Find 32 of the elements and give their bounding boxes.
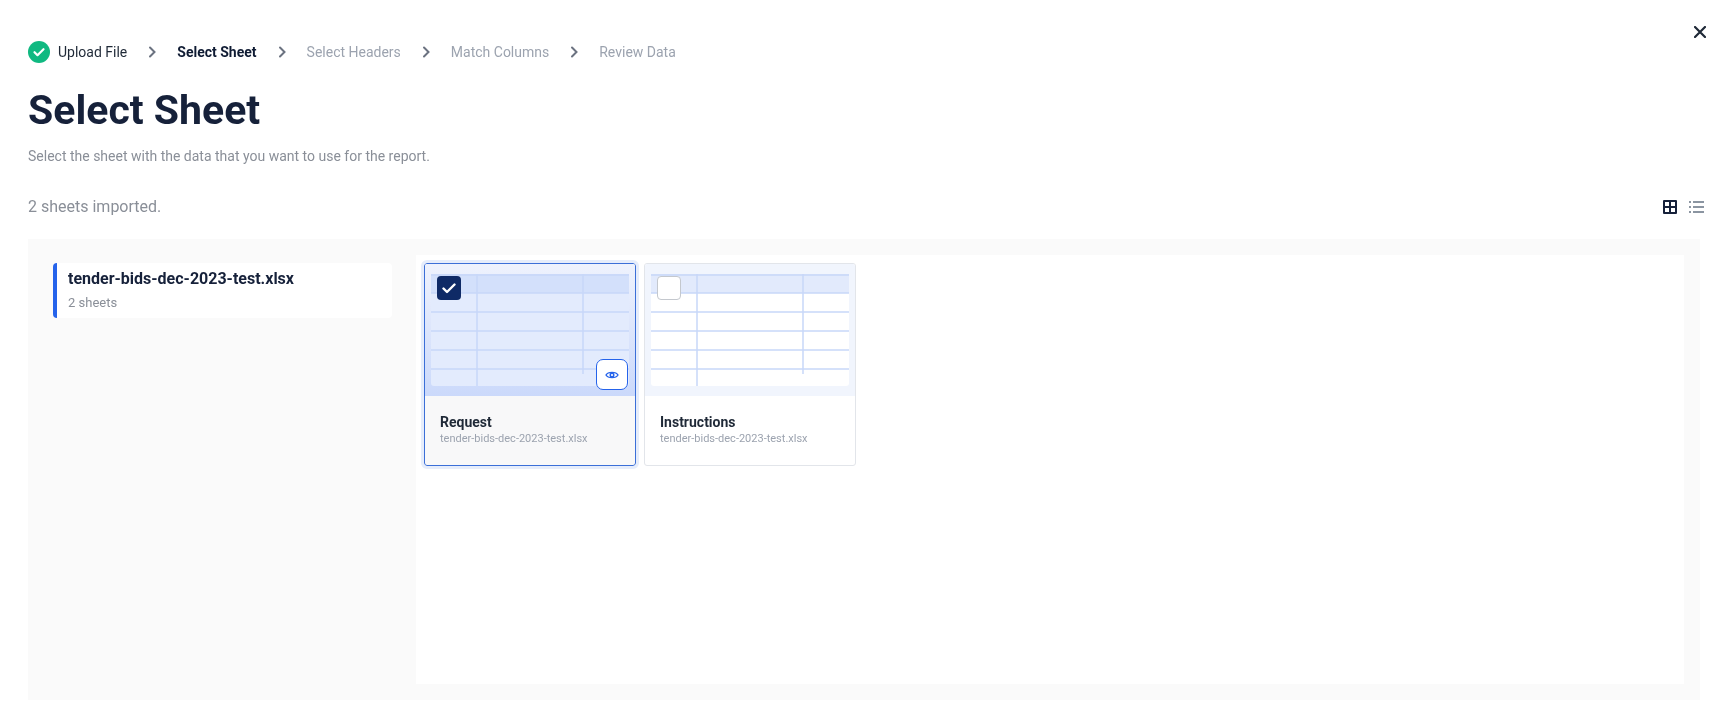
chevron-right-icon [147,46,158,58]
sheet-card[interactable]: Instructions tender-bids-dec-2023-test.xlsx [644,263,856,466]
sheet-name: Instructions [660,413,737,431]
checkbox[interactable] [657,276,681,300]
grid-view-button[interactable] [1663,200,1677,214]
close-icon [1694,26,1706,38]
eye-icon [605,369,619,380]
step-label: Review Data [599,42,676,62]
checkmark-icon [442,282,456,294]
file-item[interactable]: tender-bids-dec-2023-test.xlsx 2 sheets [53,263,392,318]
list-icon [1689,201,1704,213]
sheet-card[interactable]: Request tender-bids-dec-2023-test.xlsx [424,263,636,466]
step-label: Select Headers [306,42,401,62]
sheet-name: Request [440,413,493,431]
sheet-count: 2 sheets imported. [28,196,162,218]
check-circle-icon [28,41,50,63]
chevron-right-icon [276,46,287,58]
file-sheet-count: 2 sheets [68,294,119,312]
grid-icon [1663,200,1677,214]
list-view-button[interactable] [1689,201,1704,213]
chevron-right-icon [420,46,431,58]
page-subtitle: Select the sheet with the data that you want to use for the report. [28,147,431,166]
step-label: Match Columns [450,42,550,62]
step-label: Upload File [58,42,128,62]
sheet-file-name: tender-bids-dec-2023-test.xlsx [440,431,589,446]
checkbox[interactable] [437,276,461,300]
step-label: Select Sheet [177,42,257,62]
sheet-file-name: tender-bids-dec-2023-test.xlsx [660,431,809,446]
page-title: Select Sheet [28,86,262,134]
preview-button[interactable] [596,359,628,390]
file-name: tender-bids-dec-2023-test.xlsx [68,268,295,290]
chevron-right-icon [569,46,580,58]
